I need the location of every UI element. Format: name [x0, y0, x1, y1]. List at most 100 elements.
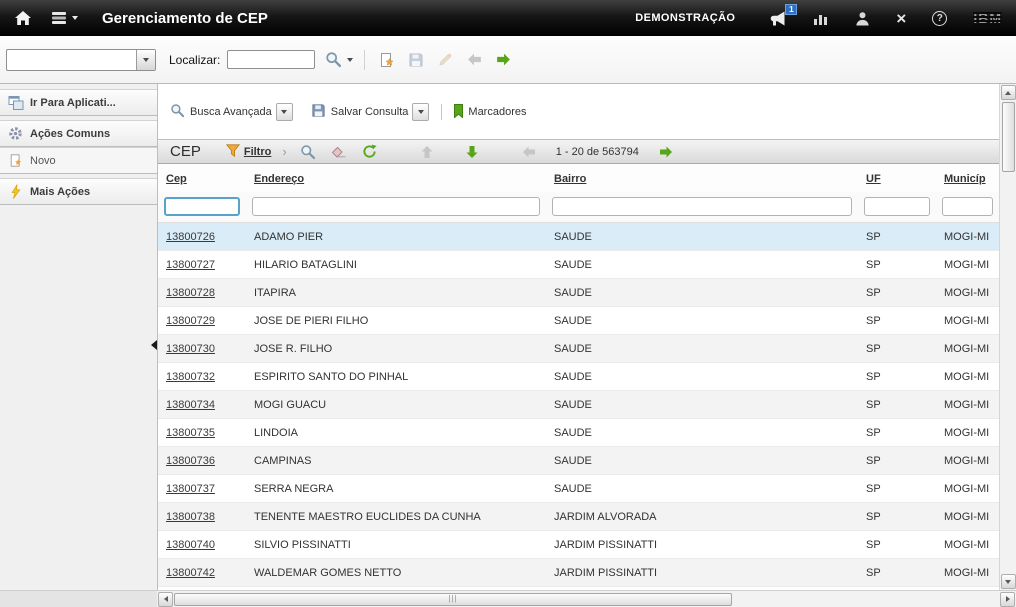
notifications-icon[interactable]: 1 [769, 11, 787, 26]
cell-endereco: TENENTE MAESTRO EUCLIDES DA CUNHA [246, 503, 546, 531]
cell-bairro: SAUDE [546, 447, 858, 475]
sidebar-item-novo[interactable]: Novo [0, 147, 157, 174]
salvar-consulta-dropdown-button[interactable] [412, 103, 429, 121]
cell-endereco: SERRA NEGRA [246, 475, 546, 503]
cell-municipio: MOGI-MI [936, 475, 999, 503]
table-row[interactable]: 13800728 ITAPIRA SAUDE SP MOGI-MI [158, 279, 999, 307]
clear-filter-eraser-icon[interactable] [329, 142, 349, 162]
column-header-bairro[interactable]: Bairro [546, 164, 858, 192]
column-label[interactable]: Bairro [554, 173, 586, 185]
next-row-arrow-icon[interactable] [462, 142, 482, 162]
table-row[interactable]: 13800734 MOGI GUACU SAUDE SP MOGI-MI [158, 391, 999, 419]
cell-municipio: MOGI-MI [936, 531, 999, 559]
localizar-label: Localizar: [169, 53, 220, 67]
filter-bairro-input[interactable] [552, 197, 852, 216]
table-row[interactable]: 13800740 SILVIO PISSINATTI JARDIM PISSIN… [158, 531, 999, 559]
sidebar-collapse-handle[interactable] [151, 340, 157, 350]
vertical-scroll-thumb[interactable] [1002, 102, 1015, 172]
cep-link[interactable]: 13800736 [166, 455, 215, 467]
cep-link[interactable]: 13800726 [166, 231, 215, 243]
column-header-endereco[interactable]: Endereço [246, 164, 546, 192]
combo-dropdown-button[interactable] [136, 50, 155, 70]
scroll-right-button[interactable] [1000, 592, 1015, 607]
filter-cep-input[interactable] [164, 197, 240, 216]
cep-link[interactable]: 13800738 [166, 511, 215, 523]
previous-record-arrow-icon [463, 49, 485, 71]
menu-icon[interactable] [52, 11, 78, 25]
scroll-up-button[interactable] [1001, 85, 1016, 100]
table-row[interactable]: 13800726 ADAMO PIER SAUDE SP MOGI-MI [158, 223, 999, 251]
refresh-icon[interactable] [360, 142, 380, 162]
table-row[interactable]: 13800738 TENENTE MAESTRO EUCLIDES DA CUN… [158, 503, 999, 531]
new-record-icon[interactable] [376, 49, 398, 71]
horizontal-scrollbar[interactable]: ||| [0, 590, 1016, 607]
table-row[interactable]: 13800732 ESPIRITO SANTO DO PINHAL SAUDE … [158, 363, 999, 391]
table-row[interactable]: 13800736 CAMPINAS SAUDE SP MOGI-MI [158, 447, 999, 475]
sidebar-section-common-actions[interactable]: Ações Comuns [0, 120, 157, 147]
column-label[interactable]: UF [866, 173, 881, 185]
column-header-uf[interactable]: UF [858, 164, 936, 192]
filtro-link[interactable]: Filtro [244, 146, 272, 158]
reports-chart-icon[interactable] [813, 11, 829, 25]
cep-link[interactable]: 13800737 [166, 483, 215, 495]
table-row[interactable]: 13800735 LINDOIA SAUDE SP MOGI-MI [158, 419, 999, 447]
sidebar-section-more-actions[interactable]: Mais Ações [0, 178, 157, 205]
help-icon[interactable]: ? [932, 11, 947, 26]
filtro-toggle[interactable]: Filtro [226, 144, 272, 160]
scroll-down-button[interactable] [1001, 574, 1016, 589]
home-icon[interactable] [14, 10, 32, 26]
profile-person-icon[interactable] [855, 11, 870, 26]
cep-link[interactable]: 13800740 [166, 539, 215, 551]
salvar-consulta-button[interactable]: Salvar Consulta [311, 103, 409, 121]
cell-cep: 13800730 [158, 335, 246, 363]
save-icon [405, 49, 427, 71]
filter-endereco-input[interactable] [252, 197, 540, 216]
table-search-icon[interactable] [298, 142, 318, 162]
filter-cell-cep [158, 192, 246, 223]
table-row[interactable]: 13800742 WALDEMAR GOMES NETTO JARDIM PIS… [158, 559, 999, 587]
busca-avancada-dropdown-button[interactable] [276, 103, 293, 121]
cep-link[interactable]: 13800735 [166, 427, 215, 439]
cep-table: Cep Endereço Bairro UF Municíp 13800726 … [158, 164, 999, 587]
new-page-icon [7, 153, 24, 168]
environment-label: DEMONSTRAÇÃO [635, 12, 735, 24]
cep-link[interactable]: 13800734 [166, 399, 215, 411]
table-row[interactable]: 13800727 HILARIO BATAGLINI SAUDE SP MOGI… [158, 251, 999, 279]
cep-link[interactable]: 13800729 [166, 315, 215, 327]
go-to-combobox[interactable] [6, 49, 156, 71]
cell-municipio: MOGI-MI [936, 559, 999, 587]
search-options-caret-icon[interactable] [347, 58, 353, 62]
column-header-cep[interactable]: Cep [158, 164, 246, 192]
cell-endereco: JOSE R. FILHO [246, 335, 546, 363]
localizar-input[interactable] [227, 50, 315, 69]
table-row[interactable]: 13800737 SERRA NEGRA SAUDE SP MOGI-MI [158, 475, 999, 503]
cell-municipio: MOGI-MI [936, 279, 999, 307]
vertical-scrollbar[interactable] [999, 84, 1016, 590]
cell-uf: SP [858, 363, 936, 391]
sidebar-item-go-to-applications[interactable]: Ir Para Aplicati... [0, 89, 157, 116]
column-label[interactable]: Endereço [254, 173, 304, 185]
cep-link[interactable]: 13800727 [166, 259, 215, 271]
filter-municipio-input[interactable] [942, 197, 993, 216]
busca-avancada-button[interactable]: Busca Avançada [170, 103, 272, 121]
search-icon[interactable] [322, 49, 344, 71]
scroll-left-button[interactable] [158, 592, 173, 607]
marcadores-button[interactable]: Marcadores [454, 104, 526, 121]
logout-close-icon[interactable]: × [896, 10, 906, 27]
next-record-arrow-icon[interactable] [492, 49, 514, 71]
notification-badge: 1 [785, 4, 797, 15]
cep-link[interactable]: 13800728 [166, 287, 215, 299]
cep-link[interactable]: 13800730 [166, 343, 215, 355]
table-row[interactable]: 13800730 JOSE R. FILHO SAUDE SP MOGI-MI [158, 335, 999, 363]
cep-link[interactable]: 13800742 [166, 567, 215, 579]
cep-link[interactable]: 13800732 [166, 371, 215, 383]
table-row[interactable]: 13800729 JOSE DE PIERI FILHO SAUDE SP MO… [158, 307, 999, 335]
menu-caret-icon [72, 16, 78, 20]
column-label[interactable]: Cep [166, 173, 187, 185]
filter-uf-input[interactable] [864, 197, 930, 216]
column-header-municipio[interactable]: Municíp [936, 164, 999, 192]
column-label[interactable]: Municíp [944, 173, 986, 185]
horizontal-scroll-thumb[interactable]: ||| [174, 593, 732, 606]
filter-cell-bairro [546, 192, 858, 223]
next-page-arrow-icon[interactable] [656, 142, 676, 162]
